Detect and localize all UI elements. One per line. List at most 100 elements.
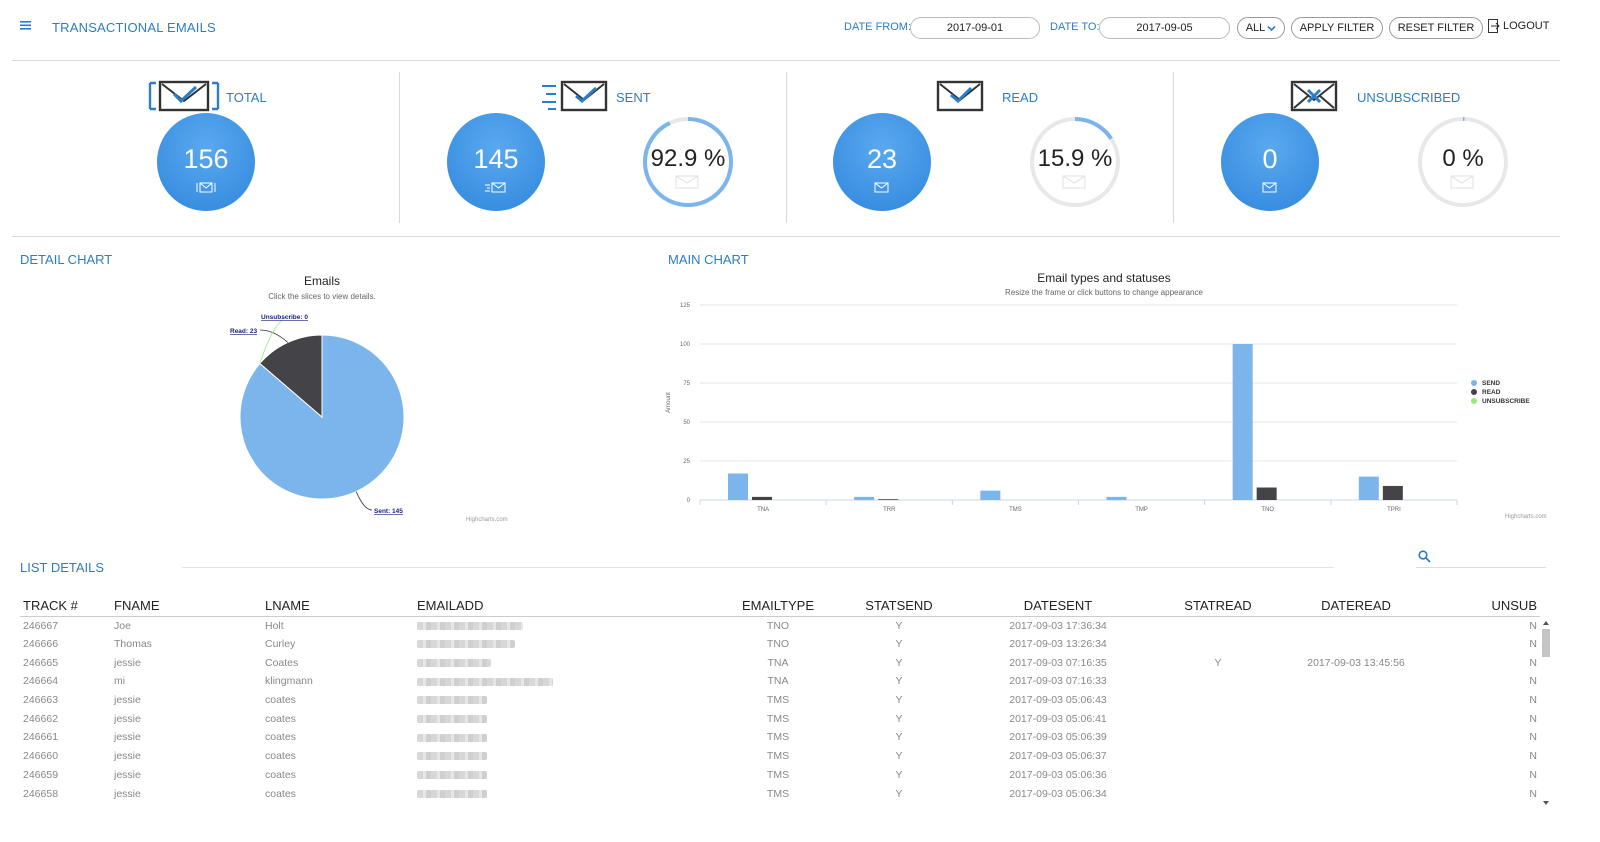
track-cell: 246666 xyxy=(23,638,59,651)
date-to-input[interactable] xyxy=(1099,17,1230,39)
track-cell: 246664 xyxy=(23,675,59,688)
list-table: TRACK # FNAME LNAME EMAILADD EMAILTYPE S… xyxy=(20,596,1540,803)
track-cell: 246658 xyxy=(23,787,59,800)
legend-marker[interactable] xyxy=(1471,380,1477,386)
date-from-input[interactable] xyxy=(910,17,1040,39)
menu-icon[interactable] xyxy=(20,18,40,36)
type-cell: TMS xyxy=(766,768,790,781)
column-header[interactable]: LNAME xyxy=(262,596,414,617)
table-row[interactable]: 246662 jessie coates TMS Y 2017-09-03 05:06:4… xyxy=(20,709,1540,728)
total-envelope-icon xyxy=(148,80,220,112)
column-header[interactable]: FNAME xyxy=(111,596,262,617)
statread-cell xyxy=(1157,635,1279,654)
unsub-cell: N xyxy=(1529,638,1537,651)
apply-filter-button[interactable]: APPLY FILTER xyxy=(1291,17,1383,39)
legend-item[interactable]: READ xyxy=(1482,389,1501,396)
table-row[interactable]: 246661 jessie coates TMS Y 2017-09-03 05:06:3… xyxy=(20,728,1540,747)
logout-button[interactable]: LOGOUT xyxy=(1488,19,1549,33)
table-scrollbar[interactable] xyxy=(1540,617,1552,809)
fname-cell: jessie xyxy=(114,768,141,781)
dateread-cell xyxy=(1279,784,1433,803)
total-count-circle: 156 xyxy=(157,113,255,211)
statread-cell xyxy=(1157,728,1279,747)
bar-chart[interactable]: 0 25 50 75 100 125 Amount TNA TRR TMS TMP TNO TPRI SE… xyxy=(660,296,1560,526)
datesent-cell: 2017-09-03 05:06:34 xyxy=(1009,787,1107,800)
read-percent-ring: 15.9 % xyxy=(1027,114,1123,210)
dateread-cell xyxy=(1279,747,1433,766)
email-cell-redacted xyxy=(414,784,717,803)
column-header[interactable]: STATREAD xyxy=(1157,596,1279,617)
email-cell-redacted xyxy=(414,747,717,766)
y-tick-label: 25 xyxy=(683,459,690,465)
fname-cell: Joe xyxy=(114,619,131,632)
bar-read-tna[interactable] xyxy=(752,496,772,500)
datesent-cell: 2017-09-03 13:26:34 xyxy=(1009,638,1107,651)
bar-read-tpri[interactable] xyxy=(1382,485,1403,500)
type-cell: TMS xyxy=(766,787,790,800)
column-header[interactable]: STATSEND xyxy=(839,596,959,617)
y-tick-label: 0 xyxy=(687,498,691,504)
bar-chart-credits[interactable]: Highcharts.com xyxy=(1505,514,1547,520)
bar-send-tpri[interactable] xyxy=(1358,476,1379,500)
column-header[interactable]: DATEREAD xyxy=(1279,596,1433,617)
legend-marker[interactable] xyxy=(1471,389,1477,395)
chevron-down-icon xyxy=(1267,25,1276,31)
bar-send-tmp[interactable] xyxy=(1106,496,1127,500)
pie-data-label[interactable]: Read: 23 xyxy=(230,328,257,335)
legend-item[interactable]: SEND xyxy=(1482,380,1500,387)
table-row[interactable]: 246659 jessie coates TMS Y 2017-09-03 05:06:3… xyxy=(20,766,1540,785)
unsub-cell: N xyxy=(1529,656,1537,669)
table-row[interactable]: 246665 jessie Coates TNA Y 2017-09-03 07:16:3… xyxy=(20,653,1540,672)
bar-chart-title: Email types and statuses xyxy=(1037,271,1171,285)
scroll-thumb[interactable] xyxy=(1542,629,1550,657)
datesent-cell: 2017-09-03 05:06:43 xyxy=(1009,694,1107,707)
table-row[interactable]: 246666 Thomas Curley TNO Y 2017-09-03 13:26:3… xyxy=(20,635,1540,654)
sent-percent-ring: 92.9 % xyxy=(640,114,736,210)
bar-send-trr[interactable] xyxy=(854,496,875,500)
statread-cell xyxy=(1157,784,1279,803)
column-header[interactable]: DATESENT xyxy=(959,596,1157,617)
statsend-cell: Y xyxy=(895,787,903,800)
bar-read-tno[interactable] xyxy=(1256,487,1277,500)
column-header[interactable]: EMAILTYPE xyxy=(717,596,839,617)
scroll-up-arrow[interactable] xyxy=(1543,621,1549,625)
pie-data-label[interactable]: Sent: 145 xyxy=(374,508,403,515)
table-row[interactable]: 246664 mi klingmann TNA Y 2017-09-03 07:16:33… xyxy=(20,672,1540,691)
legend-item[interactable]: UNSUBSCRIBE xyxy=(1482,398,1530,405)
pie-connector xyxy=(259,329,289,343)
column-header[interactable]: TRACK # xyxy=(20,596,111,617)
bar-send-tna[interactable] xyxy=(728,473,748,500)
legend-marker[interactable] xyxy=(1471,398,1477,404)
bar-send-tms[interactable] xyxy=(980,490,1001,500)
dateread-cell xyxy=(1279,635,1433,654)
bar-send-tno[interactable] xyxy=(1232,344,1253,500)
search-input[interactable] xyxy=(1436,548,1544,566)
bar-read-trr[interactable] xyxy=(878,499,899,501)
type-select[interactable]: ALL xyxy=(1237,17,1285,39)
email-cell-redacted xyxy=(414,709,717,728)
column-header[interactable]: UNSUB xyxy=(1433,596,1540,617)
statread-cell xyxy=(1157,766,1279,785)
x-tick-label: TNO xyxy=(1261,507,1274,513)
scroll-down-arrow[interactable] xyxy=(1543,801,1549,805)
datesent-cell: 2017-09-03 17:36:34 xyxy=(1009,619,1107,632)
table-row[interactable]: 246660 jessie coates TMS Y 2017-09-03 05:06:3… xyxy=(20,747,1540,766)
unsub-cell: N xyxy=(1529,768,1537,781)
fname-cell: jessie xyxy=(114,712,141,725)
pie-data-label[interactable]: Unsubscribe: 0 xyxy=(261,314,308,321)
pie-chart-credits[interactable]: Highcharts.com xyxy=(466,517,508,523)
lname-cell: Curley xyxy=(265,638,296,651)
statread-cell xyxy=(1157,616,1279,635)
fname-cell: jessie xyxy=(114,787,141,800)
column-header[interactable]: EMAILADD xyxy=(414,596,717,617)
table-row[interactable]: 246667 Joe Holt TNO Y 2017-09-03 17:36:34 N xyxy=(20,616,1540,635)
datesent-cell: 2017-09-03 07:16:35 xyxy=(1009,656,1107,669)
reset-filter-button[interactable]: RESET FILTER xyxy=(1389,17,1483,39)
search-icon[interactable] xyxy=(1418,550,1431,563)
type-cell: TNO xyxy=(766,619,790,632)
pie-chart[interactable]: Sent: 145 Read: 23 Unsubscribe: 0 xyxy=(200,300,460,530)
table-row[interactable]: 246658 jessie coates TMS Y 2017-09-03 05:06:3… xyxy=(20,784,1540,803)
type-cell: TNA xyxy=(767,675,789,688)
table-row[interactable]: 246663 jessie coates TMS Y 2017-09-03 05:06:4… xyxy=(20,691,1540,710)
unsub-cell: N xyxy=(1529,619,1537,632)
